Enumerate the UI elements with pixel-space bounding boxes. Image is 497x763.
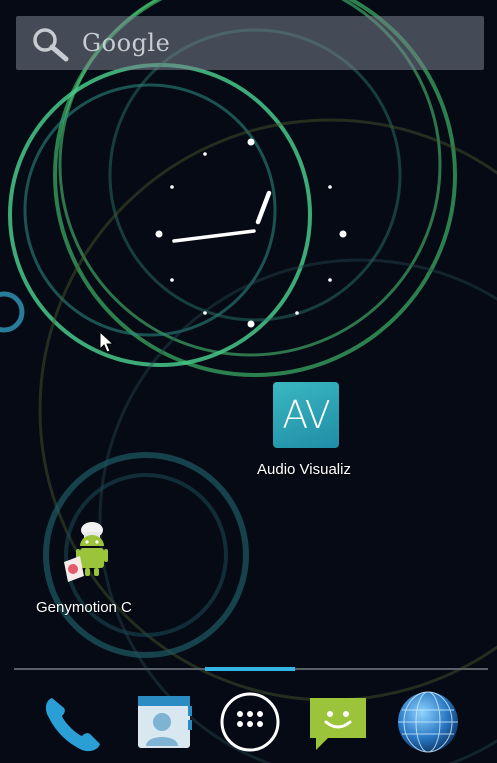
audio-visualizer-label: Audio Visualiz	[257, 461, 351, 478]
dock-browser-button[interactable]	[396, 690, 460, 754]
contacts-icon	[138, 696, 192, 748]
google-search-bar[interactable]: Google	[16, 16, 484, 70]
search-icon	[33, 28, 69, 62]
dock-phone-button[interactable]	[42, 690, 106, 754]
dock-contacts-button[interactable]	[132, 690, 196, 754]
analog-clock-widget[interactable]	[140, 130, 366, 340]
app-genymotion[interactable]	[56, 520, 118, 586]
dock-messaging-button[interactable]	[306, 690, 370, 754]
clock-minute-hand	[172, 229, 256, 243]
messaging-icon	[310, 698, 366, 750]
genymotion-icon	[64, 522, 108, 582]
wallpaper	[0, 0, 497, 763]
all-apps-icon	[220, 692, 280, 752]
search-bar-label: Google	[82, 29, 171, 57]
genymotion-label: Genymotion C	[36, 599, 132, 616]
dock-all-apps-button[interactable]	[218, 690, 282, 754]
clock-hour-hand	[255, 190, 272, 225]
audio-visualizer-tile-text: AV	[282, 393, 331, 437]
browser-icon	[398, 691, 458, 753]
phone-icon	[45, 698, 100, 752]
audio-visualizer-icon[interactable]: AV	[273, 382, 339, 448]
page-indicator-current	[205, 667, 295, 671]
